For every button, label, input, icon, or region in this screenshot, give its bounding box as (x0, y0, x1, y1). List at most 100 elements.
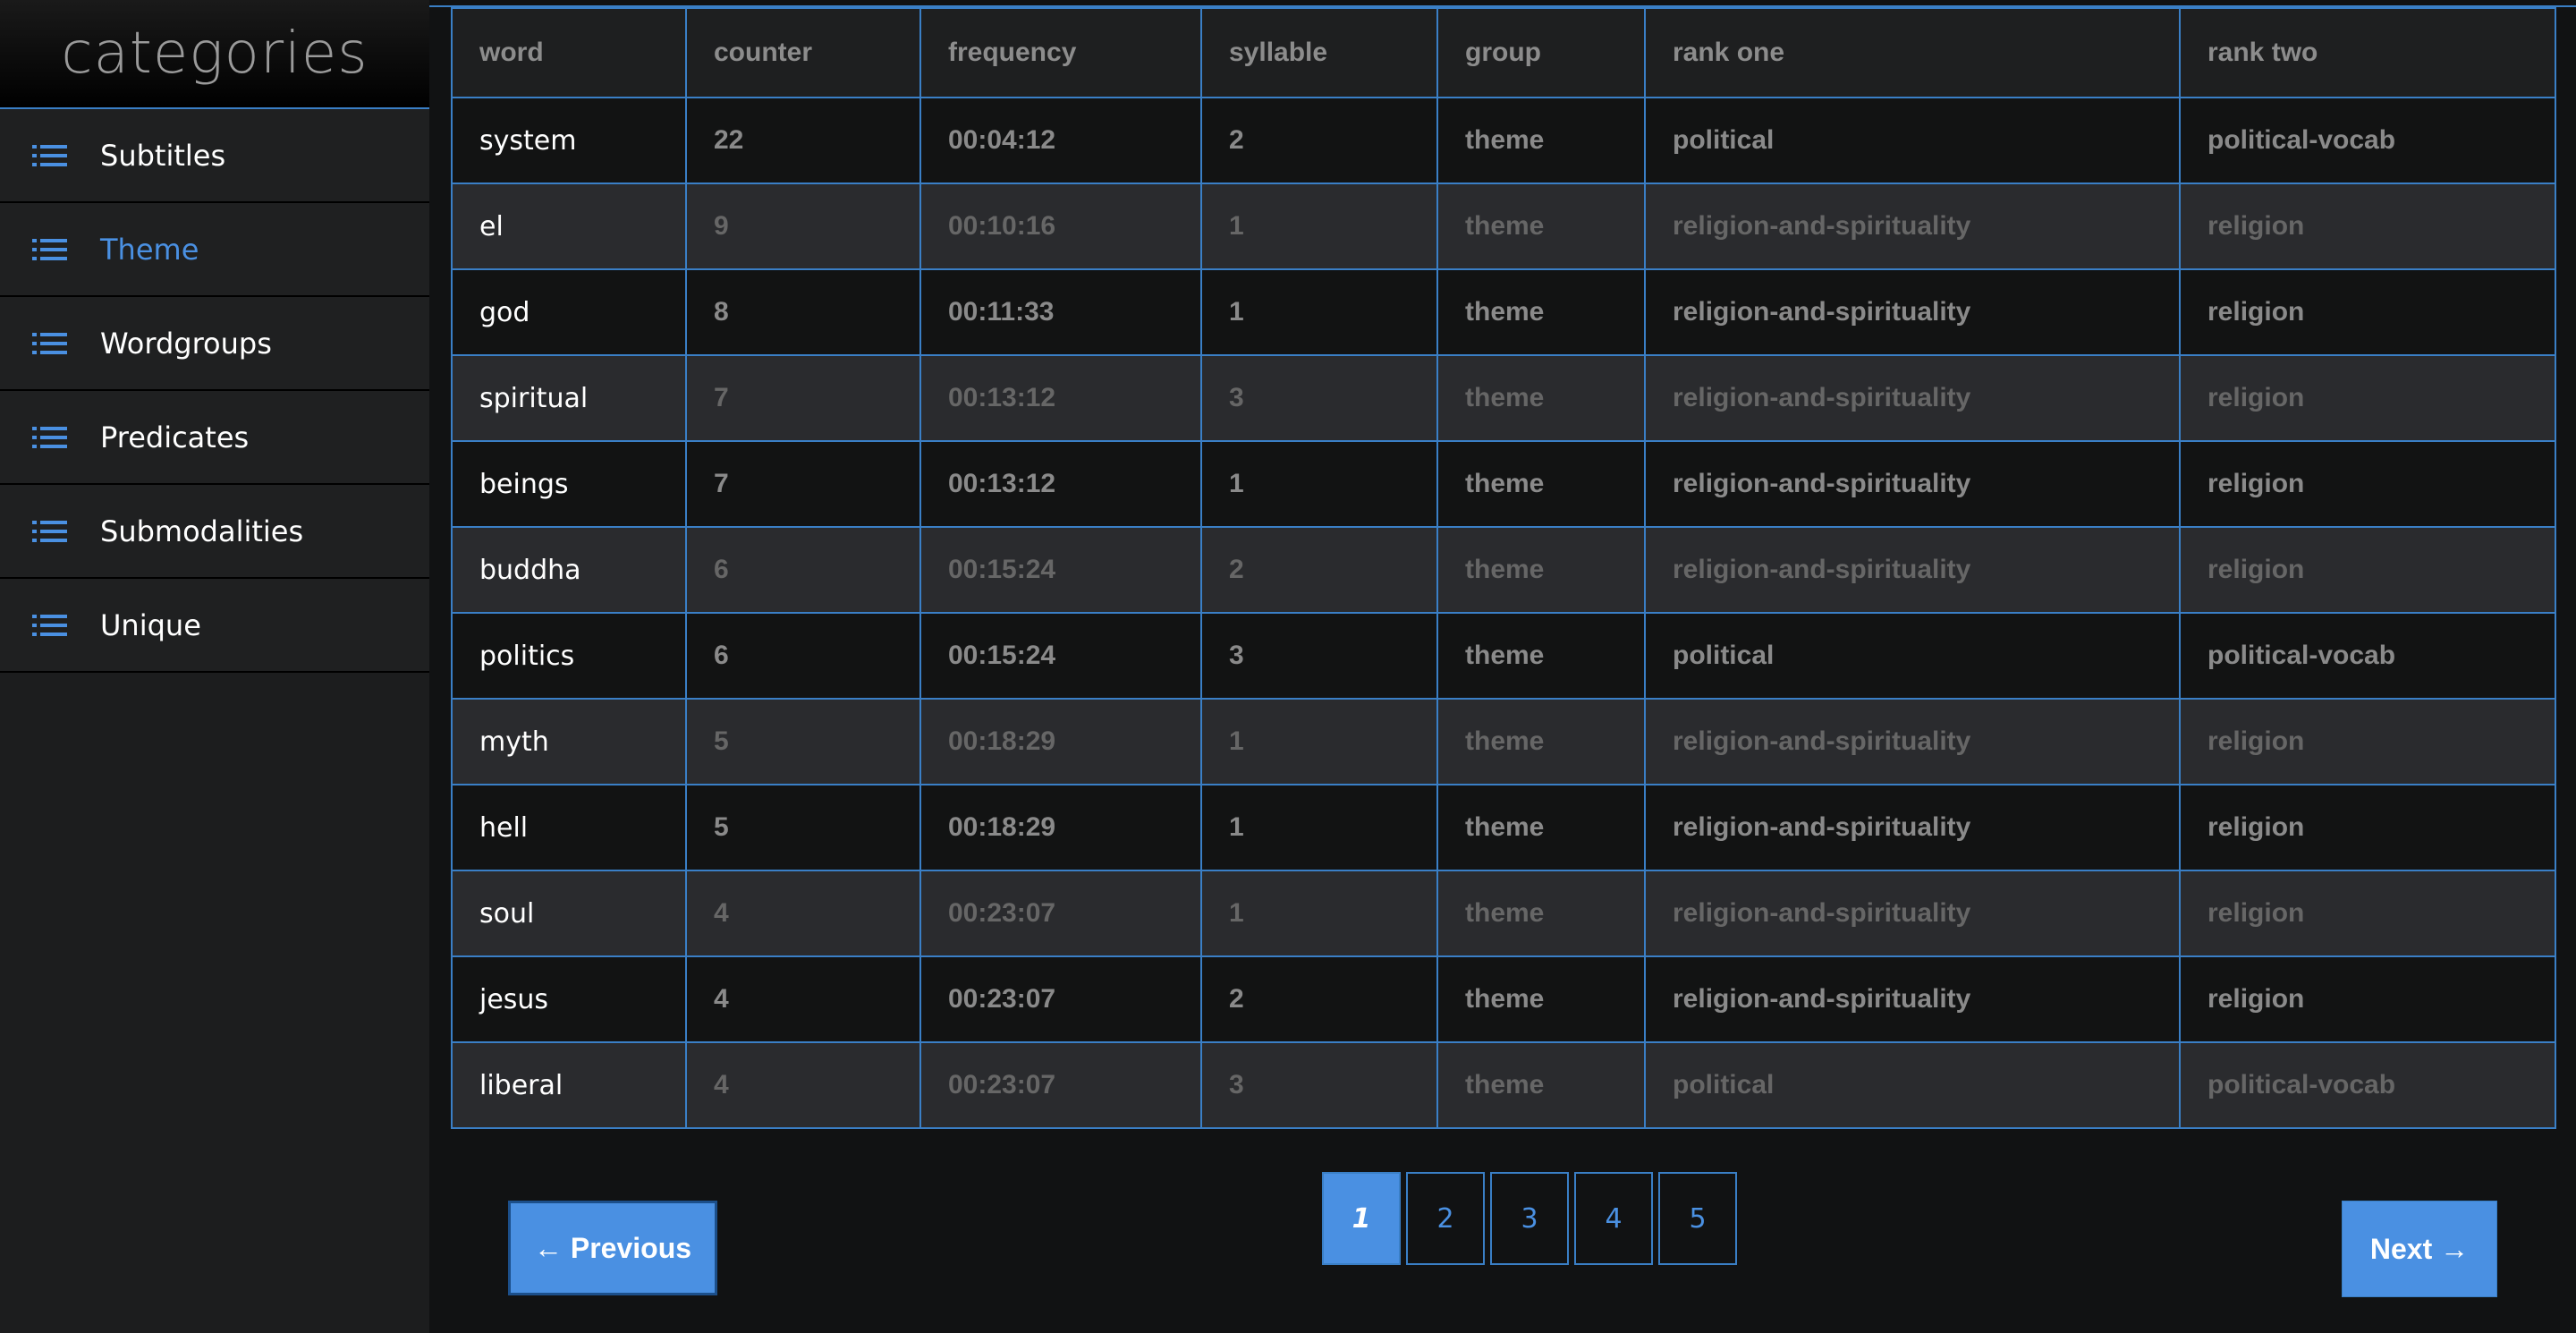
cell-word: hell (451, 784, 687, 871)
sidebar-item-label: Wordgroups (100, 326, 272, 361)
column-header-word[interactable]: word (451, 7, 687, 98)
cell-counter: 9 (685, 183, 921, 270)
cell-syllable: 2 (1200, 526, 1438, 614)
table-row[interactable]: myth 5 00:18:29 1 theme religion-and-spiritua… (451, 698, 2556, 785)
page-1-button[interactable]: 1 (1322, 1172, 1401, 1265)
cell-rank-two: political-vocab (2179, 1041, 2556, 1129)
cell-syllable: 1 (1200, 870, 1438, 957)
page-2-button[interactable]: 2 (1406, 1172, 1485, 1265)
cell-rank-one: religion-and-spirituality (1644, 183, 2181, 270)
cell-group: theme (1436, 1041, 1646, 1129)
cell-rank-two: religion (2179, 955, 2556, 1043)
cell-counter: 6 (685, 612, 921, 700)
cell-group: theme (1436, 268, 1646, 356)
column-header-group[interactable]: group (1436, 7, 1646, 98)
column-header-rank-one[interactable]: rank one (1644, 7, 2181, 98)
cell-rank-one: religion-and-spirituality (1644, 354, 2181, 442)
cell-word: god (451, 268, 687, 356)
table-row[interactable]: god 8 00:11:33 1 theme religion-and-spiritual… (451, 268, 2556, 356)
list-icon (32, 518, 68, 545)
cell-counter: 8 (685, 268, 921, 356)
table-row[interactable]: jesus 4 00:23:07 2 theme religion-and-spiritu… (451, 955, 2556, 1043)
cell-word: buddha (451, 526, 687, 614)
pagination: 12345 (1322, 1172, 1737, 1267)
column-header-rank-two[interactable]: rank two (2179, 7, 2556, 98)
cell-word: system (451, 97, 687, 184)
table-body: system 22 00:04:12 2 theme political political… (451, 97, 2556, 1129)
column-header-frequency[interactable]: frequency (919, 7, 1202, 98)
cell-frequency: 00:15:24 (919, 612, 1202, 700)
sidebar-item-theme[interactable]: Theme (0, 203, 429, 297)
list-icon (32, 424, 68, 451)
page-3-button[interactable]: 3 (1490, 1172, 1569, 1265)
table-row[interactable]: system 22 00:04:12 2 theme political political… (451, 97, 2556, 184)
sidebar-item-label: Submodalities (100, 514, 304, 548)
cell-word: soul (451, 870, 687, 957)
cell-counter: 7 (685, 354, 921, 442)
sidebar-item-label: Subtitles (100, 138, 226, 173)
sidebar: categories Subtitles Theme Wordgroups Predi… (0, 0, 429, 1333)
cell-rank-one: political (1644, 1041, 2181, 1129)
cell-syllable: 1 (1200, 183, 1438, 270)
list-icon (32, 612, 68, 639)
cell-syllable: 1 (1200, 698, 1438, 785)
column-header-syllable[interactable]: syllable (1200, 7, 1438, 98)
cell-rank-two: religion (2179, 440, 2556, 528)
cell-word: spiritual (451, 354, 687, 442)
cell-rank-two: religion (2179, 268, 2556, 356)
sidebar-item-predicates[interactable]: Predicates (0, 391, 429, 485)
sidebar-title: categories (61, 21, 369, 87)
word-table-container: word counter frequency syllable group rank on… (451, 7, 2556, 1129)
table-row[interactable]: spiritual 7 00:13:12 3 theme religion-and-spi… (451, 354, 2556, 442)
previous-button[interactable]: ← Previous (508, 1201, 717, 1295)
cell-group: theme (1436, 183, 1646, 270)
table-row[interactable]: buddha 6 00:15:24 2 theme religion-and-spirit… (451, 526, 2556, 614)
cell-rank-two: religion (2179, 354, 2556, 442)
cell-word: beings (451, 440, 687, 528)
sidebar-item-unique[interactable]: Unique (0, 579, 429, 673)
cell-word: jesus (451, 955, 687, 1043)
page-5-button[interactable]: 5 (1658, 1172, 1737, 1265)
table-row[interactable]: el 9 00:10:16 1 theme religion-and-spirituali… (451, 183, 2556, 270)
cell-word: liberal (451, 1041, 687, 1129)
cell-counter: 4 (685, 870, 921, 957)
cell-counter: 7 (685, 440, 921, 528)
cell-counter: 4 (685, 1041, 921, 1129)
column-header-counter[interactable]: counter (685, 7, 921, 98)
cell-syllable: 1 (1200, 440, 1438, 528)
cell-rank-two: religion (2179, 870, 2556, 957)
word-table: word counter frequency syllable group rank on… (451, 7, 2556, 1129)
cell-rank-one: religion-and-spirituality (1644, 268, 2181, 356)
sidebar-item-subtitles[interactable]: Subtitles (0, 109, 429, 203)
table-row[interactable]: hell 5 00:18:29 1 theme religion-and-spiritua… (451, 784, 2556, 871)
cell-frequency: 00:18:29 (919, 784, 1202, 871)
cell-frequency: 00:23:07 (919, 955, 1202, 1043)
sidebar-item-submodalities[interactable]: Submodalities (0, 485, 429, 579)
cell-frequency: 00:23:07 (919, 870, 1202, 957)
cell-syllable: 3 (1200, 612, 1438, 700)
cell-group: theme (1436, 354, 1646, 442)
table-row[interactable]: liberal 4 00:23:07 3 theme political political… (451, 1041, 2556, 1129)
cell-frequency: 00:23:07 (919, 1041, 1202, 1129)
next-button[interactable]: Next → (2342, 1201, 2497, 1297)
table-row[interactable]: beings 7 00:13:12 1 theme religion-and-spirit… (451, 440, 2556, 528)
sidebar-item-label: Predicates (100, 420, 250, 454)
cell-group: theme (1436, 97, 1646, 184)
table-header-row: word counter frequency syllable group rank on… (451, 7, 2556, 98)
cell-rank-one: religion-and-spirituality (1644, 698, 2181, 785)
table-row[interactable]: soul 4 00:23:07 1 theme religion-and-spiritua… (451, 870, 2556, 957)
cell-group: theme (1436, 784, 1646, 871)
cell-rank-two: religion (2179, 526, 2556, 614)
page-4-button[interactable]: 4 (1574, 1172, 1653, 1265)
cell-counter: 4 (685, 955, 921, 1043)
cell-rank-one: religion-and-spirituality (1644, 440, 2181, 528)
sidebar-item-wordgroups[interactable]: Wordgroups (0, 297, 429, 391)
cell-counter: 22 (685, 97, 921, 184)
cell-counter: 5 (685, 698, 921, 785)
cell-group: theme (1436, 526, 1646, 614)
sidebar-menu: Subtitles Theme Wordgroups Predicates Submod… (0, 109, 429, 673)
table-row[interactable]: politics 6 00:15:24 3 theme political politica… (451, 612, 2556, 700)
cell-rank-one: political (1644, 612, 2181, 700)
cell-frequency: 00:15:24 (919, 526, 1202, 614)
cell-rank-two: religion (2179, 784, 2556, 871)
